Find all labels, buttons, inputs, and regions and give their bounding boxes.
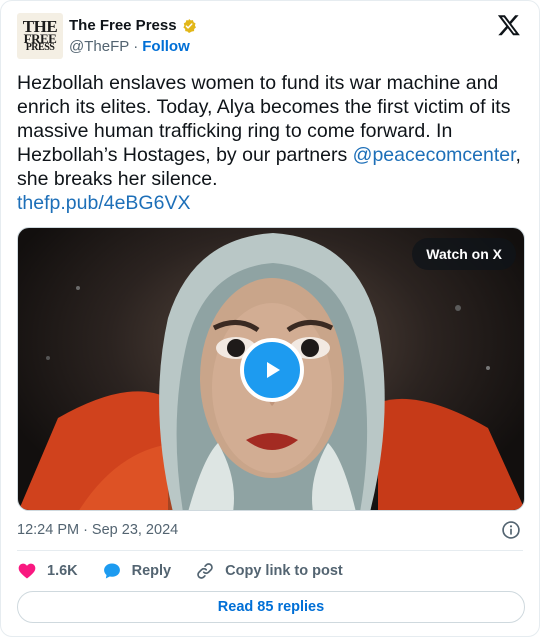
reply-button[interactable]: Reply [102, 561, 172, 581]
follow-button[interactable]: Follow [142, 38, 190, 55]
video-thumbnail[interactable]: Watch on X [17, 227, 525, 511]
x-logo-icon[interactable] [497, 13, 521, 37]
mention-link[interactable]: @peacecomcenter [353, 144, 516, 166]
copy-link-button[interactable]: Copy link to post [195, 561, 343, 581]
like-button[interactable]: 1.6K [17, 561, 78, 581]
display-name[interactable]: The Free Press [69, 17, 177, 34]
action-bar: 1.6K Reply Copy link to post [17, 559, 367, 583]
avatar[interactable]: THE FREE PRESS [17, 13, 63, 59]
reply-label: Reply [131, 563, 172, 579]
handle-separator: · [133, 38, 139, 55]
timestamp[interactable]: 12:24 PM · Sep 23, 2024 [17, 522, 178, 538]
post-time: 12:24 PM [17, 522, 80, 538]
handle-line: @TheFP · Follow [69, 38, 190, 55]
verified-badge-icon [182, 18, 196, 33]
reply-bubble-icon [103, 563, 120, 579]
post-date: Sep 23, 2024 [91, 522, 179, 538]
play-button[interactable] [240, 338, 304, 402]
handle[interactable]: @TheFP [69, 38, 129, 55]
avatar-text-line-3: PRESS [25, 42, 55, 54]
read-replies-button[interactable]: Read 85 replies [17, 591, 525, 623]
author-name-line: The Free Press [69, 17, 197, 34]
info-icon[interactable] [501, 520, 521, 540]
link-icon [197, 563, 213, 579]
divider [17, 550, 523, 551]
heart-icon [18, 563, 36, 579]
watch-on-x-button[interactable]: Watch on X [412, 238, 516, 270]
tweet-card: THE FREE PRESS The Free Press @TheFP · F… [0, 0, 540, 637]
play-icon [267, 362, 280, 378]
tweet-header: THE FREE PRESS The Free Press @TheFP · F… [17, 13, 523, 63]
like-count: 1.6K [47, 563, 78, 579]
url-link[interactable]: thefp.pub/4eBG6VX [17, 192, 190, 214]
tweet-text: Hezbollah enslaves women to fund its war… [17, 71, 525, 215]
timestamp-separator: · [83, 522, 88, 538]
copy-link-label: Copy link to post [225, 563, 343, 579]
